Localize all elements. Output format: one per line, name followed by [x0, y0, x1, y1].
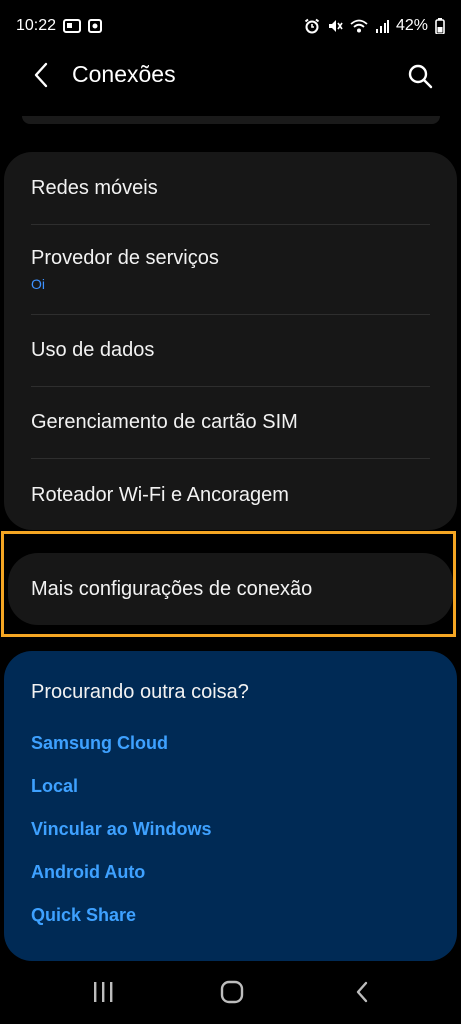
- alarm-icon: [304, 18, 320, 34]
- scrolled-card-edge: [22, 116, 440, 124]
- status-bar: 10:22 42%: [0, 0, 461, 52]
- item-title: Gerenciamento de cartão SIM: [31, 411, 298, 433]
- link-location[interactable]: Local: [31, 765, 430, 808]
- recent-apps-button[interactable]: [83, 976, 123, 1008]
- settings-item-service-provider[interactable]: Provedor de serviços Oi: [31, 224, 430, 314]
- back-button[interactable]: [26, 60, 56, 90]
- item-title: Uso de dados: [31, 339, 155, 361]
- chevron-left-icon: [34, 62, 48, 88]
- link-samsung-cloud[interactable]: Samsung Cloud: [31, 722, 430, 765]
- looking-for-title: Procurando outra coisa?: [31, 681, 249, 703]
- settings-item-data-usage[interactable]: Uso de dados: [31, 314, 430, 386]
- recent-apps-icon: [94, 982, 113, 1002]
- home-button[interactable]: [212, 976, 252, 1008]
- settings-item-mobile-networks[interactable]: Redes móveis: [31, 152, 430, 224]
- wifi-icon: [350, 19, 368, 33]
- link-link-to-windows[interactable]: Vincular ao Windows: [31, 808, 430, 851]
- settings-item-sim-manager[interactable]: Gerenciamento de cartão SIM: [31, 386, 430, 458]
- link-android-auto[interactable]: Android Auto: [31, 851, 430, 894]
- search-button[interactable]: [404, 60, 436, 92]
- settings-item-hotspot-tethering[interactable]: Roteador Wi-Fi e Ancoragem: [31, 458, 430, 531]
- page-title: Conexões: [72, 61, 176, 87]
- navigation-bar: [0, 962, 461, 1024]
- item-title: Roteador Wi-Fi e Ancoragem: [31, 483, 289, 506]
- status-time: 10:22: [16, 17, 57, 34]
- item-title: Mais configurações de conexão: [31, 577, 313, 600]
- home-icon: [220, 980, 244, 1004]
- item-title: Provedor de serviços: [31, 247, 219, 269]
- settings-item-more-connection-settings[interactable]: Mais configurações de conexão: [8, 553, 453, 625]
- link-quick-share[interactable]: Quick Share: [31, 894, 430, 937]
- mute-icon: [327, 18, 343, 34]
- item-subtitle: Oi: [31, 276, 45, 292]
- back-nav-icon: [356, 981, 368, 1003]
- signal-icon: [375, 19, 389, 33]
- item-title: Redes móveis: [31, 176, 158, 199]
- notification-square-icon: [88, 19, 103, 33]
- search-icon: [408, 64, 433, 89]
- status-right: 42%: [304, 17, 445, 35]
- battery-icon: [435, 18, 445, 34]
- battery-percent: 42%: [395, 17, 428, 34]
- status-left: 10:22: [16, 17, 103, 35]
- settings-card: Redes móveis Provedor de serviços Oi Uso…: [4, 152, 457, 530]
- app-header: Conexões: [0, 52, 461, 98]
- id-card-icon: [63, 19, 82, 33]
- back-nav-button[interactable]: [342, 976, 382, 1008]
- looking-for-card: Procurando outra coisa? Samsung Cloud Lo…: [4, 651, 457, 961]
